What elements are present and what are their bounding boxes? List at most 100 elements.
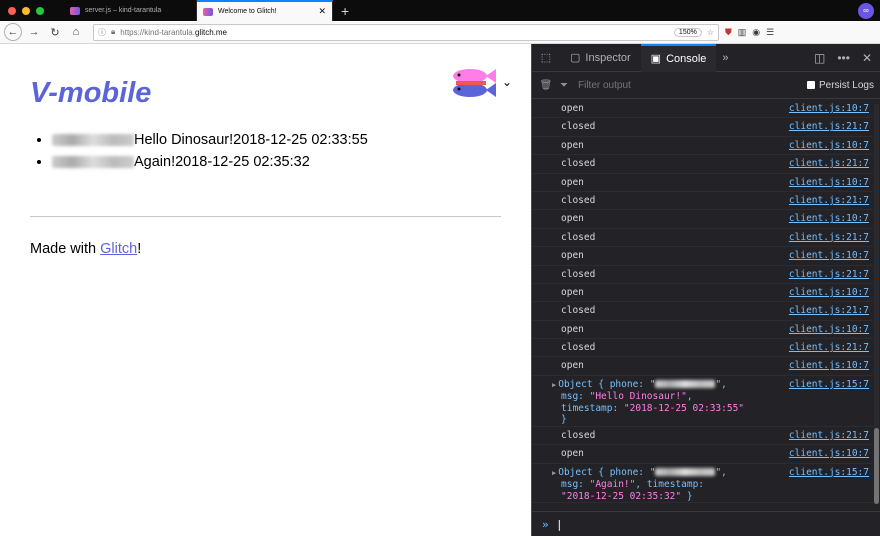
console-row: open client.js:10:7	[532, 357, 873, 376]
menu-icon[interactable]: ☰	[766, 27, 774, 38]
object-preview[interactable]: ▶ Object { phone: " ", msg: "Hello Dinosau…	[532, 379, 775, 426]
glitch-favicon-icon	[70, 6, 80, 15]
tab-title: Welcome to Glitch!	[218, 8, 277, 15]
source-link[interactable]: client.js:21:7	[789, 305, 873, 319]
home-button[interactable]: ⌂	[67, 23, 85, 41]
inspector-icon: ▢	[570, 52, 581, 64]
persist-logs-checkbox[interactable]: Persist Logs	[806, 80, 880, 91]
console-row: open client.js:10:7	[532, 284, 873, 303]
element-picker-icon[interactable]: ⬚	[532, 51, 560, 64]
page-title: V-mobile	[30, 77, 152, 109]
options-icon[interactable]: •••	[837, 51, 850, 65]
redacted-phone	[52, 156, 134, 169]
console-row: open client.js:10:7	[532, 100, 873, 119]
redacted-phone	[52, 134, 134, 147]
back-button[interactable]: ←	[4, 23, 22, 41]
source-link[interactable]: client.js:10:7	[789, 177, 873, 191]
console-output: open client.js:10:7 closed client.js:21:7 …	[532, 100, 873, 512]
console-object-row[interactable]: ▶ Object { phone: " ", msg: "Hello Dinosau…	[532, 376, 873, 427]
reload-button[interactable]: ↻	[46, 23, 64, 41]
minimize-window-button[interactable]	[22, 6, 30, 15]
tab-console[interactable]: ▣ Console	[640, 43, 717, 72]
filter-input[interactable]	[578, 79, 778, 91]
bookmark-star-icon[interactable]: ☆	[707, 28, 714, 37]
console-icon: ▣	[650, 53, 662, 65]
console-scrollbar[interactable]	[874, 104, 879, 504]
console-row: open client.js:10:7	[532, 445, 873, 464]
source-link[interactable]: client.js:10:7	[789, 360, 873, 374]
dock-icon[interactable]: ◫	[814, 51, 825, 65]
console-row: closed client.js:21:7	[532, 192, 873, 211]
url-text: https://kind-tarantula.glitch.me	[120, 27, 227, 37]
zoom-window-button[interactable]	[36, 6, 44, 15]
source-link[interactable]: client.js:10:7	[789, 250, 873, 264]
source-link[interactable]: client.js:10:7	[789, 324, 873, 338]
source-link[interactable]: client.js:21:7	[789, 269, 873, 283]
new-tab-button[interactable]: +	[333, 3, 349, 19]
tab-bar: server.js – kind-tarantula Welcome to Gl…	[0, 0, 880, 21]
account-icon[interactable]: ◉	[752, 27, 760, 38]
redacted-phone	[655, 468, 716, 477]
trash-icon[interactable]: 🗑︎	[532, 80, 560, 91]
source-link[interactable]: client.js:15:7	[789, 379, 873, 426]
devtools-toolbar: ⬚ ▢ Inspector ▣ Console » ◫ ••• ✕	[532, 43, 880, 72]
close-tab-icon[interactable]: ✕	[318, 6, 326, 17]
source-link[interactable]: client.js:15:7	[789, 467, 873, 503]
source-link[interactable]: client.js:21:7	[789, 430, 873, 444]
zoom-indicator[interactable]: 150%	[673, 27, 702, 37]
source-link[interactable]: client.js:21:7	[789, 121, 873, 135]
console-row: closed client.js:21:7	[532, 427, 873, 446]
source-link[interactable]: client.js:10:7	[789, 140, 873, 154]
list-item: Again!2018-12-25 02:35:32	[52, 152, 368, 174]
source-link[interactable]: client.js:10:7	[789, 213, 873, 227]
source-link[interactable]: client.js:10:7	[789, 448, 873, 462]
console-row: open client.js:10:7	[532, 137, 873, 156]
console-row: open client.js:10:7	[532, 247, 873, 266]
source-link[interactable]: client.js:21:7	[789, 158, 873, 172]
console-row: closed client.js:21:7	[532, 266, 873, 284]
source-link[interactable]: client.js:21:7	[789, 342, 873, 356]
list-item: Hello Dinosaur!2018-12-25 02:33:55	[52, 130, 368, 152]
shield-icon[interactable]: ⛊	[725, 27, 732, 38]
window-controls	[0, 6, 64, 15]
prompt-icon: »	[542, 517, 549, 531]
library-icon[interactable]: ▥	[738, 27, 747, 38]
source-link[interactable]: client.js:21:7	[789, 232, 873, 246]
navigation-bar: ← → ↻ ⌂ ⓘ 🔒︎ https://kind-tarantula.glit…	[0, 21, 880, 44]
toolbar-icons: ⛊ ▥ ◉ ☰	[725, 27, 774, 38]
tab-server-js[interactable]: server.js – kind-tarantula	[64, 0, 197, 21]
devtools-panel: ⬚ ▢Inspector ▣Console » ◫ ••• ✕ 🗑︎ ⏷ Per…	[531, 43, 880, 536]
divider	[30, 216, 501, 217]
console-row: closed client.js:21:7	[532, 118, 873, 137]
scrollbar-thumb[interactable]	[874, 428, 879, 504]
more-tools-icon[interactable]: »	[716, 52, 734, 64]
console-filter-bar: 🗑︎ ⏷ Persist Logs	[532, 72, 880, 99]
console-row: open client.js:10:7	[532, 210, 873, 229]
glitch-link[interactable]: Glitch	[100, 241, 137, 257]
chevron-down-icon[interactable]: ⌄	[502, 75, 512, 89]
console-input[interactable]: » |	[532, 511, 880, 536]
tab-welcome-glitch[interactable]: Welcome to Glitch! ✕	[197, 0, 333, 21]
source-link[interactable]: client.js:10:7	[789, 287, 873, 301]
expand-triangle-icon[interactable]: ▶	[552, 469, 556, 477]
close-window-button[interactable]	[8, 6, 16, 15]
console-row: closed client.js:21:7	[532, 229, 873, 248]
glitch-fish-logo-icon	[453, 69, 496, 97]
redacted-phone	[655, 380, 716, 389]
console-object-row[interactable]: ▶ Object { phone: " ", msg: "Again!", time…	[532, 464, 873, 504]
web-page: V-mobile ⌄ Hello Dinosaur!2018-12-25 02:…	[0, 44, 531, 536]
forward-button[interactable]: →	[25, 23, 43, 41]
info-icon[interactable]: ⓘ	[98, 27, 106, 38]
console-row: closed client.js:21:7	[532, 302, 873, 321]
close-icon[interactable]: ✕	[862, 51, 872, 65]
source-link[interactable]: client.js:10:7	[789, 103, 873, 117]
object-preview[interactable]: ▶ Object { phone: " ", msg: "Again!", time…	[532, 467, 775, 503]
url-bar[interactable]: ⓘ 🔒︎ https://kind-tarantula.glitch.me 15…	[93, 23, 719, 41]
text-caret: |	[556, 517, 563, 531]
source-link[interactable]: client.js:21:7	[789, 195, 873, 209]
filter-icon[interactable]: ⏷	[560, 80, 578, 91]
lock-icon: 🔒︎	[111, 27, 116, 36]
expand-triangle-icon[interactable]: ▶	[552, 381, 556, 389]
tab-inspector[interactable]: ▢ Inspector	[560, 44, 641, 72]
extension-icon[interactable]: ∞	[858, 2, 874, 19]
